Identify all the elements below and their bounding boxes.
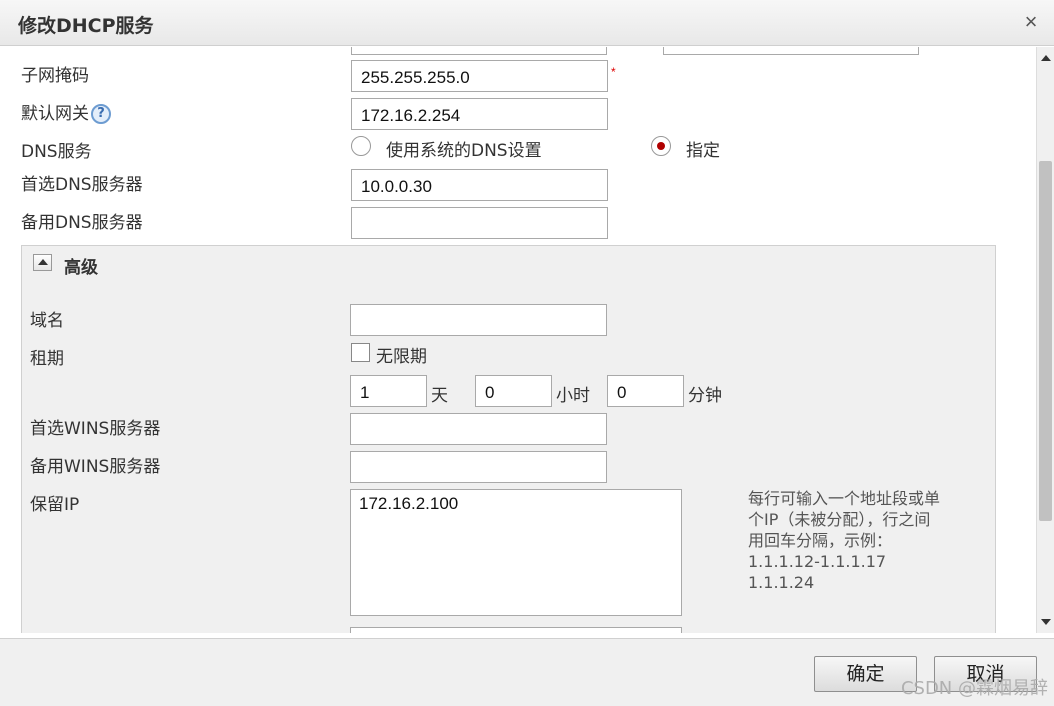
gateway-label: 默认网关? [21,99,111,124]
cutoff-field-2 [663,47,919,55]
unlimited-label[interactable]: 无限期 [376,342,427,367]
reserved-ip-textarea[interactable]: 172.16.2.100 [350,489,682,616]
reserved-ip-hint: 每行可输入一个地址段或单 个IP（未被分配），行之间 用回车分隔，示例： 1.1… [748,488,940,593]
dialog-title: 修改DHCP服务 [18,15,154,37]
dialog-titlebar: 修改DHCP服务 × [0,0,1054,46]
secondary-wins-input[interactable] [350,451,607,483]
cutoff-field-1 [351,47,607,55]
advanced-title: 高级 [64,258,98,278]
help-icon[interactable]: ? [91,104,111,124]
hint-line: 1.1.1.24 [748,573,815,592]
lease-minutes-unit: 分钟 [688,386,722,406]
radio-custom-dns-label[interactable]: 指定 [686,136,720,161]
hint-line: 每行可输入一个地址段或单 [748,489,941,508]
lease-hours-input[interactable]: 0 [475,375,552,407]
hint-line: 1.1.1.12-1.1.1.17 [748,552,887,571]
dns-service-label: DNS服务 [21,142,92,162]
lease-days-input[interactable]: 1 [350,375,427,407]
lease-hours-unit: 小时 [556,386,590,406]
domain-input[interactable] [350,304,607,336]
scroll-down-icon[interactable] [1041,619,1051,625]
secondary-wins-label: 备用WINS服务器 [30,457,161,477]
required-mark: * [611,65,616,79]
reserved-ip-label: 保留IP [30,495,80,515]
advanced-section: 高级 域名 租期 无限期 1 天 0 小时 0 分钟 首选WINS服务器 备用W… [21,245,996,633]
collapse-icon[interactable] [33,254,52,271]
close-icon[interactable]: × [1018,9,1044,35]
lease-days-unit: 天 [431,386,448,406]
subnet-mask-input[interactable]: 255.255.255.0 [351,60,608,92]
primary-dns-label: 首选DNS服务器 [21,175,143,195]
primary-wins-input[interactable] [350,413,607,445]
watermark: CSDN @霖烟易辞 [900,678,1048,699]
dialog-footer: 确定 取消 CSDN @霖烟易辞 [0,638,1054,706]
primary-wins-label: 首选WINS服务器 [30,419,161,439]
gateway-input[interactable]: 172.16.2.254 [351,98,608,130]
secondary-dns-input[interactable] [351,207,608,239]
dialog-content: 子网掩码 255.255.255.0 * 默认网关? 172.16.2.254 … [0,47,1036,633]
lease-label: 租期 [30,349,64,369]
hint-line: 用回车分隔，示例： [748,531,893,550]
lease-minutes-input[interactable]: 0 [607,375,684,407]
subnet-mask-label: 子网掩码 [21,66,89,86]
radio-custom-dns[interactable] [651,136,671,156]
scroll-thumb[interactable] [1039,161,1052,521]
primary-dns-input[interactable]: 10.0.0.30 [351,169,608,201]
secondary-dns-label: 备用DNS服务器 [21,213,143,233]
radio-system-dns-label[interactable]: 使用系统的DNS设置 [386,136,542,161]
cutoff-field-3 [350,627,682,633]
unlimited-checkbox[interactable] [351,343,370,362]
domain-label: 域名 [30,311,64,331]
radio-system-dns[interactable] [351,136,371,156]
scroll-up-icon[interactable] [1041,55,1051,61]
vertical-scrollbar[interactable] [1036,47,1054,633]
hint-line: 个IP（未被分配），行之间 [748,510,931,529]
gateway-label-text: 默认网关 [21,104,89,124]
